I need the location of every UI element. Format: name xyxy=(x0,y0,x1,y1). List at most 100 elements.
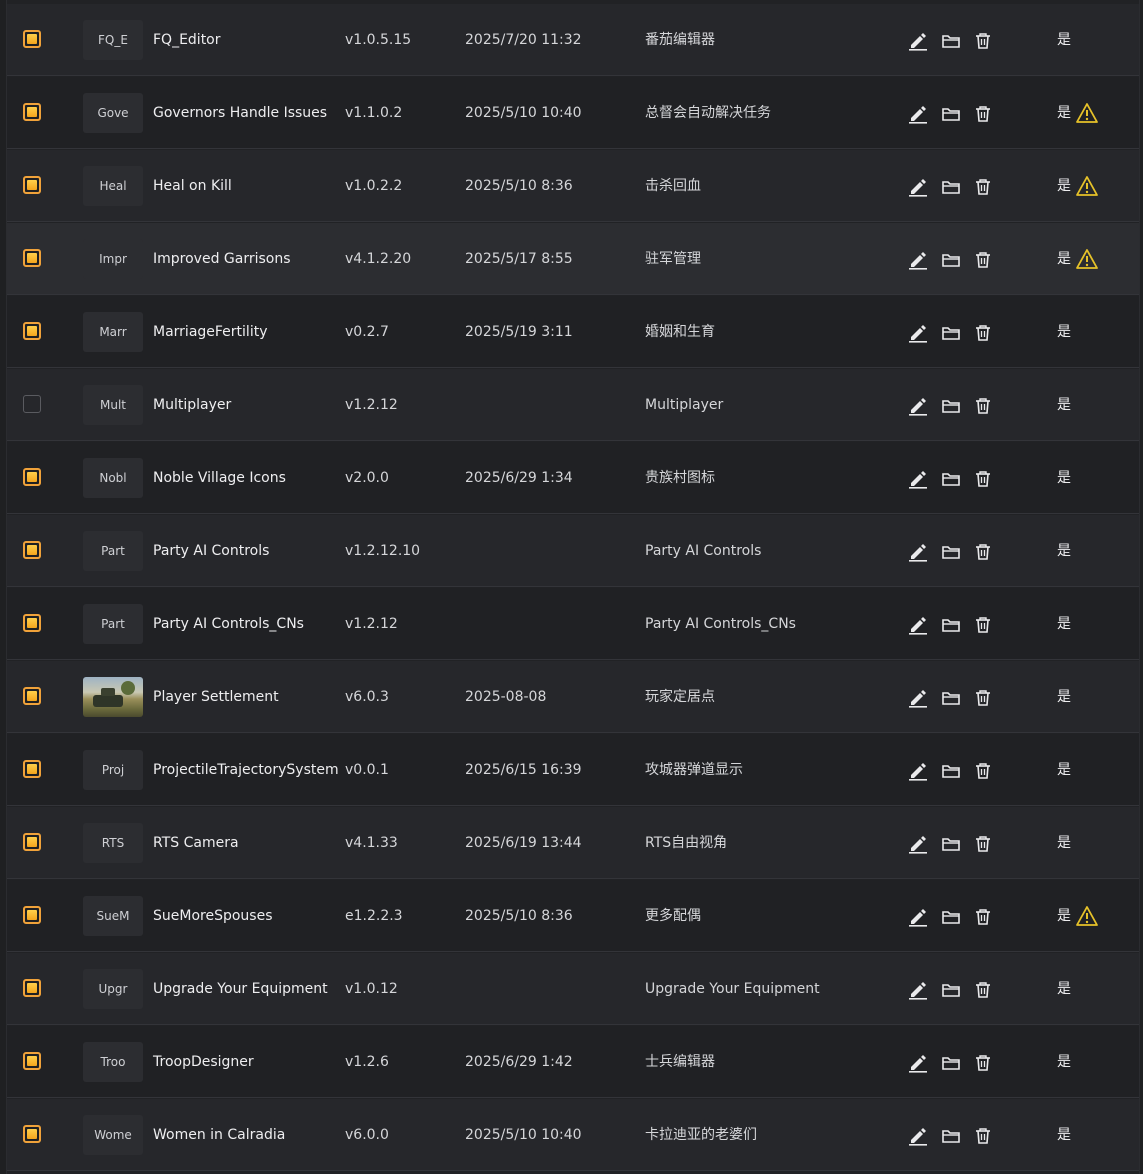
open-folder-button[interactable] xyxy=(940,687,962,709)
open-folder-button[interactable] xyxy=(940,395,962,417)
open-folder-button[interactable] xyxy=(940,541,962,563)
enable-checkbox[interactable] xyxy=(23,760,41,778)
open-folder-button[interactable] xyxy=(940,1125,962,1147)
delete-button[interactable] xyxy=(972,322,994,344)
open-folder-button[interactable] xyxy=(940,760,962,782)
edit-button[interactable] xyxy=(907,541,929,563)
table-row[interactable]: Troo TroopDesigner v1.2.6 2025/6/29 1:42… xyxy=(7,1026,1139,1098)
table-row[interactable]: Wome Women in Calradia v6.0.0 2025/5/10 … xyxy=(7,1099,1139,1171)
enable-checkbox[interactable] xyxy=(23,687,41,705)
warning-icon[interactable] xyxy=(1075,248,1099,270)
delete-button[interactable] xyxy=(972,1125,994,1147)
edit-button[interactable] xyxy=(907,468,929,490)
open-folder-button[interactable] xyxy=(940,833,962,855)
delete-button[interactable] xyxy=(972,1052,994,1074)
edit-button[interactable] xyxy=(907,30,929,52)
table-row[interactable]: Mult Multiplayer v1.2.12 Multiplayer 是 xyxy=(7,369,1139,441)
open-folder-button[interactable] xyxy=(940,906,962,928)
edit-button[interactable] xyxy=(907,833,929,855)
enable-checkbox[interactable] xyxy=(23,979,41,997)
mod-thumbnail: Proj xyxy=(83,750,143,790)
table-row[interactable]: Player Settlement v6.0.3 2025-08-08 玩家定居… xyxy=(7,661,1139,733)
delete-button[interactable] xyxy=(972,833,994,855)
mod-name: TroopDesigner xyxy=(153,1054,254,1070)
enable-checkbox[interactable] xyxy=(23,614,41,632)
open-folder-button[interactable] xyxy=(940,614,962,636)
edit-button[interactable] xyxy=(907,176,929,198)
delete-button[interactable] xyxy=(972,906,994,928)
folder-icon xyxy=(942,984,960,997)
enable-checkbox[interactable] xyxy=(23,103,41,121)
mod-date: 2025/6/19 13:44 xyxy=(465,835,582,851)
table-row[interactable]: Gove Governors Handle Issues v1.1.0.2 20… xyxy=(7,77,1139,149)
enable-checkbox[interactable] xyxy=(23,176,41,194)
delete-button[interactable] xyxy=(972,760,994,782)
open-folder-button[interactable] xyxy=(940,30,962,52)
enable-checkbox[interactable] xyxy=(23,906,41,924)
delete-button[interactable] xyxy=(972,979,994,1001)
open-folder-button[interactable] xyxy=(940,103,962,125)
table-row[interactable]: Upgr Upgrade Your Equipment v1.0.12 Upgr… xyxy=(7,953,1139,1025)
folder-icon xyxy=(942,254,960,267)
delete-button[interactable] xyxy=(972,176,994,198)
edit-button[interactable] xyxy=(907,1125,929,1147)
mod-name: Women in Calradia xyxy=(153,1127,286,1143)
enable-checkbox[interactable] xyxy=(23,322,41,340)
edit-button[interactable] xyxy=(907,906,929,928)
open-folder-button[interactable] xyxy=(940,322,962,344)
table-row[interactable]: Marr MarriageFertility v0.2.7 2025/5/19 … xyxy=(7,296,1139,368)
row-actions xyxy=(907,1052,997,1074)
enable-checkbox[interactable] xyxy=(23,249,41,267)
edit-button[interactable] xyxy=(907,979,929,1001)
edit-icon xyxy=(909,252,927,270)
delete-button[interactable] xyxy=(972,468,994,490)
enable-checkbox[interactable] xyxy=(23,395,41,413)
open-folder-button[interactable] xyxy=(940,468,962,490)
mod-version: v1.2.12 xyxy=(345,397,398,413)
enable-checkbox[interactable] xyxy=(23,468,41,486)
warning-icon[interactable] xyxy=(1075,905,1099,927)
edit-button[interactable] xyxy=(907,687,929,709)
mod-description: 更多配偶 xyxy=(645,908,701,924)
edit-icon xyxy=(909,325,927,343)
table-row[interactable]: Part Party AI Controls v1.2.12.10 Party … xyxy=(7,515,1139,587)
enable-checkbox[interactable] xyxy=(23,541,41,559)
edit-button[interactable] xyxy=(907,760,929,782)
edit-icon xyxy=(909,544,927,562)
edit-button[interactable] xyxy=(907,614,929,636)
table-row[interactable]: Impr Improved Garrisons v4.1.2.20 2025/5… xyxy=(7,223,1139,295)
table-row[interactable]: Part Party AI Controls_CNs v1.2.12 Party… xyxy=(7,588,1139,660)
open-folder-button[interactable] xyxy=(940,176,962,198)
enable-checkbox[interactable] xyxy=(23,1052,41,1070)
table-row[interactable]: FQ_E FQ_Editor v1.0.5.15 2025/7/20 11:32… xyxy=(7,4,1139,76)
open-folder-button[interactable] xyxy=(940,249,962,271)
delete-button[interactable] xyxy=(972,687,994,709)
edit-button[interactable] xyxy=(907,249,929,271)
delete-button[interactable] xyxy=(972,103,994,125)
delete-button[interactable] xyxy=(972,249,994,271)
edit-button[interactable] xyxy=(907,395,929,417)
table-row[interactable]: Proj ProjectileTrajectorySystem v0.0.1 2… xyxy=(7,734,1139,806)
edit-button[interactable] xyxy=(907,103,929,125)
edit-button[interactable] xyxy=(907,322,929,344)
enable-checkbox[interactable] xyxy=(23,30,41,48)
table-row[interactable]: Nobl Noble Village Icons v2.0.0 2025/6/2… xyxy=(7,442,1139,514)
edit-button[interactable] xyxy=(907,1052,929,1074)
delete-button[interactable] xyxy=(972,30,994,52)
status-text: 是 xyxy=(1057,105,1071,121)
folder-icon xyxy=(942,108,960,121)
edit-icon xyxy=(909,982,927,1000)
table-row[interactable]: SueM SueMoreSpouses e1.2.2.3 2025/5/10 8… xyxy=(7,880,1139,952)
warning-icon[interactable] xyxy=(1075,175,1099,197)
delete-button[interactable] xyxy=(972,614,994,636)
open-folder-button[interactable] xyxy=(940,1052,962,1074)
open-folder-button[interactable] xyxy=(940,979,962,1001)
warning-icon[interactable] xyxy=(1075,102,1099,124)
delete-button[interactable] xyxy=(972,395,994,417)
table-row[interactable]: RTS RTS Camera v4.1.33 2025/6/19 13:44 R… xyxy=(7,807,1139,879)
enable-checkbox[interactable] xyxy=(23,833,41,851)
delete-button[interactable] xyxy=(972,541,994,563)
trash-icon xyxy=(976,325,990,341)
enable-checkbox[interactable] xyxy=(23,1125,41,1143)
table-row[interactable]: Heal Heal on Kill v1.0.2.2 2025/5/10 8:3… xyxy=(7,150,1139,222)
